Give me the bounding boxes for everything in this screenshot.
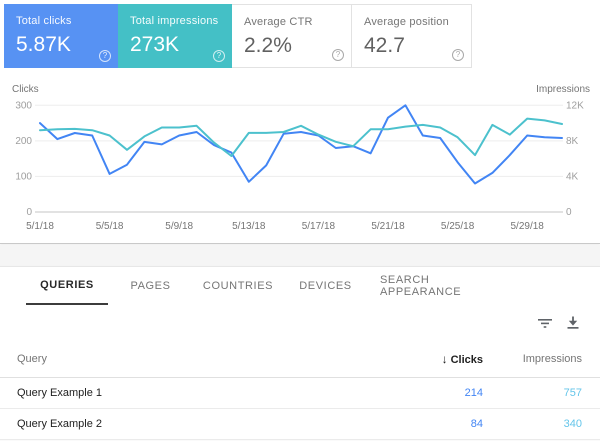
search-console-performance-page: 30012K2008K1004K00ClicksImpressions5/1/1… xyxy=(0,0,600,441)
tab-search-appearance[interactable]: SEARCH APPEARANCE xyxy=(380,267,510,305)
table-header-row: Query ↓Clicks Impressions xyxy=(0,341,600,378)
filter-icon[interactable] xyxy=(538,316,552,330)
svg-text:5/1/18: 5/1/18 xyxy=(26,221,54,232)
average-position-card[interactable]: Average position 42.7 ? xyxy=(352,4,472,68)
tab-pages[interactable]: PAGES xyxy=(108,267,193,305)
svg-text:5/17/18: 5/17/18 xyxy=(302,221,336,232)
metric-cards-row: Total clicks 5.87K ? Total impressions 2… xyxy=(4,4,472,68)
performance-chart-card: 300 12K 200 8K 100 4K 0 0 Clicks Impressions 5/1/1… xyxy=(0,0,600,244)
help-icon[interactable]: ? xyxy=(452,49,464,61)
total-impressions-label: Total impressions xyxy=(130,15,232,27)
svg-text:100: 100 xyxy=(15,171,32,182)
help-icon[interactable]: ? xyxy=(99,50,111,62)
dimension-tabs: QUERIES PAGES COUNTRIES DEVICES SEARCH A… xyxy=(0,267,600,305)
section-gap xyxy=(0,245,600,266)
svg-text:5/29/18: 5/29/18 xyxy=(511,221,545,232)
svg-text:200: 200 xyxy=(15,136,32,147)
average-ctr-label: Average CTR xyxy=(244,16,351,28)
svg-text:5/25/18: 5/25/18 xyxy=(441,221,475,232)
svg-text:0: 0 xyxy=(26,207,32,218)
svg-text:300: 300 xyxy=(15,100,32,111)
query-cell: Query Example 1 xyxy=(0,387,403,399)
average-ctr-card[interactable]: Average CTR 2.2% ? xyxy=(232,4,352,68)
query-cell: Query Example 2 xyxy=(0,418,403,430)
tab-queries[interactable]: QUERIES xyxy=(26,267,108,305)
impressions-cell: 757 xyxy=(483,387,582,399)
clicks-cell: 84 xyxy=(403,418,483,430)
svg-text:4K: 4K xyxy=(566,171,579,182)
impressions-cell: 340 xyxy=(483,418,582,430)
tab-countries[interactable]: COUNTRIES xyxy=(193,267,283,305)
svg-text:Impressions: Impressions xyxy=(536,84,590,95)
clicks-column-header[interactable]: ↓Clicks xyxy=(403,352,483,366)
total-clicks-card[interactable]: Total clicks 5.87K ? xyxy=(4,4,118,68)
svg-text:5/9/18: 5/9/18 xyxy=(165,221,193,232)
svg-text:0: 0 xyxy=(566,207,572,218)
table-row[interactable]: Query Example 2 84 340 xyxy=(0,409,600,440)
tab-devices[interactable]: DEVICES xyxy=(283,267,368,305)
svg-text:8K: 8K xyxy=(566,136,579,147)
total-impressions-card[interactable]: Total impressions 273K ? xyxy=(118,4,232,68)
svg-text:5/21/18: 5/21/18 xyxy=(371,221,405,232)
query-column-header[interactable]: Query xyxy=(0,353,403,365)
clicks-header-label: Clicks xyxy=(451,354,483,366)
dimensions-table-card: QUERIES PAGES COUNTRIES DEVICES SEARCH A… xyxy=(0,266,600,441)
table-row[interactable]: Query Example 1 214 757 xyxy=(0,378,600,409)
help-icon[interactable]: ? xyxy=(332,49,344,61)
help-icon[interactable]: ? xyxy=(213,50,225,62)
download-icon[interactable] xyxy=(566,316,580,330)
svg-text:Clicks: Clicks xyxy=(12,84,39,95)
svg-text:5/5/18: 5/5/18 xyxy=(96,221,124,232)
svg-text:5/13/18: 5/13/18 xyxy=(232,221,266,232)
sort-descending-icon[interactable]: ↓ xyxy=(442,352,448,366)
clicks-cell: 214 xyxy=(403,387,483,399)
average-position-label: Average position xyxy=(364,16,471,28)
total-clicks-label: Total clicks xyxy=(16,15,118,27)
svg-text:12K: 12K xyxy=(566,100,584,111)
impressions-column-header[interactable]: Impressions xyxy=(483,353,582,365)
table-toolbar xyxy=(0,305,600,341)
